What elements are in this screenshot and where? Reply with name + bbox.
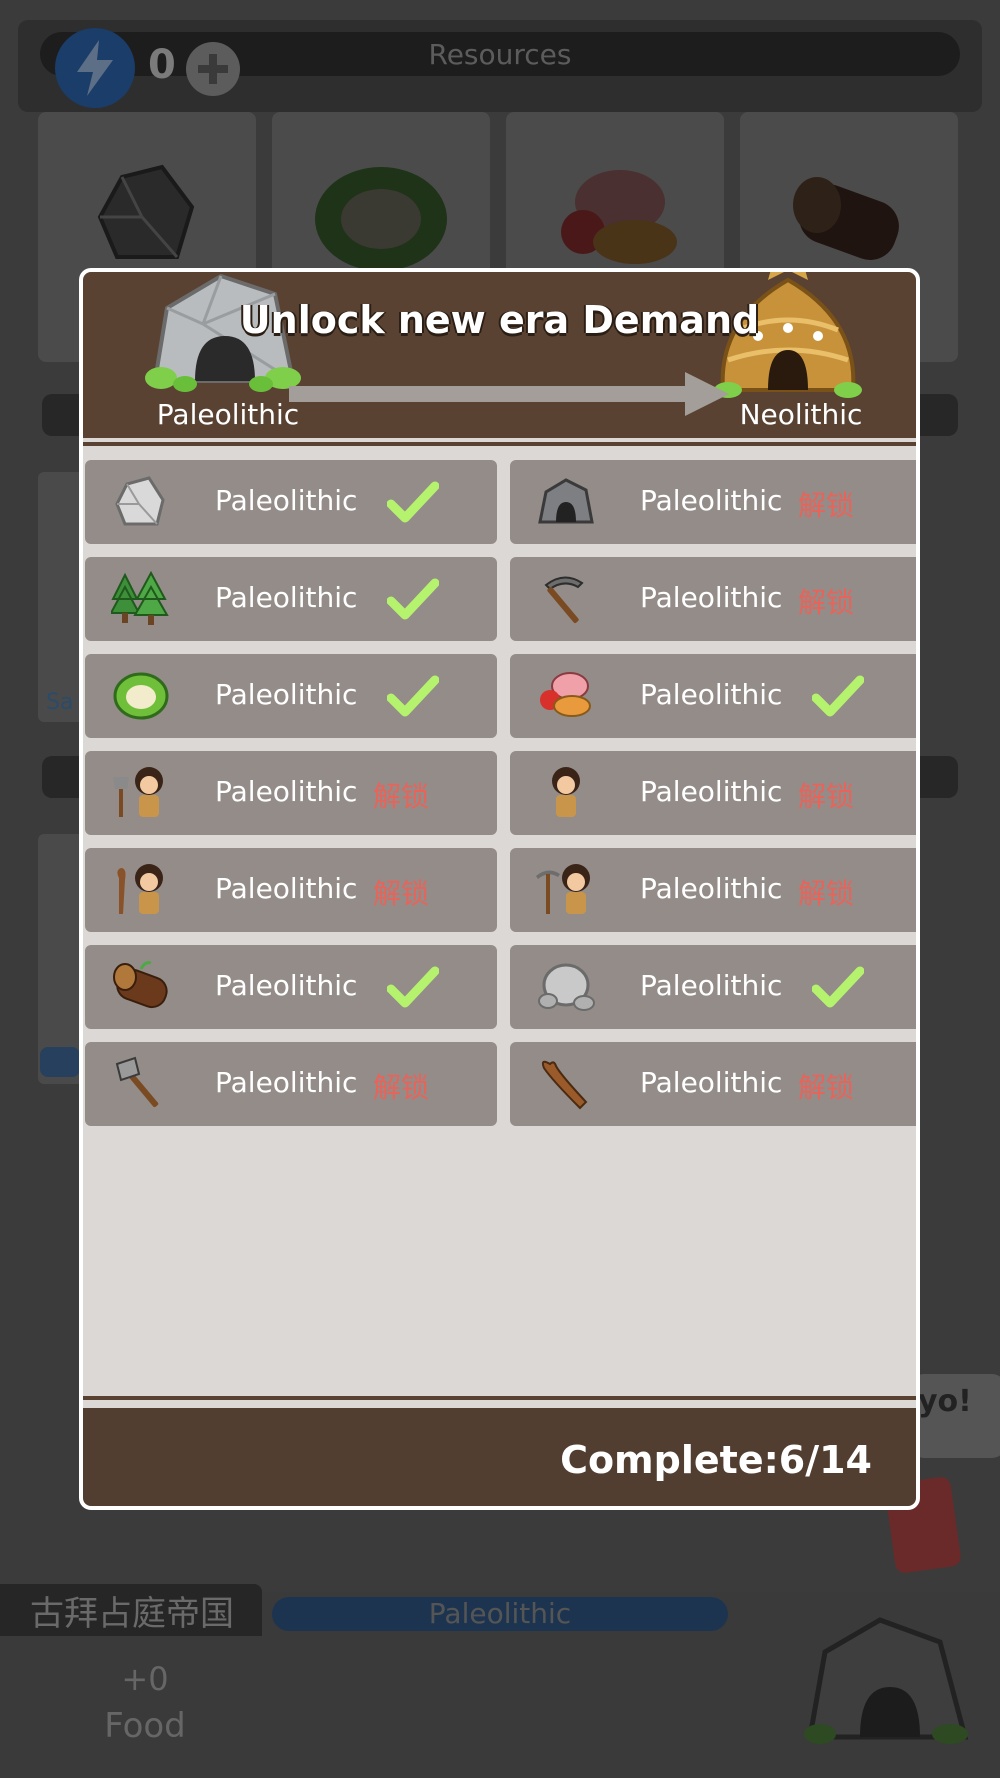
unlock-status-text: 解锁 (798, 1071, 855, 1104)
requirement-label: Paleolithic (640, 775, 783, 808)
food-label: Food (104, 1706, 186, 1746)
food-value: +0 (121, 1660, 169, 1698)
era-progress-label: Paleolithic (428, 1597, 572, 1630)
requirement-label: Paleolithic (640, 678, 783, 711)
requirement-item[interactable]: Paleolithic 解锁 (510, 848, 916, 932)
unlock-status-text: 解锁 (373, 780, 430, 813)
era-arrow-icon (289, 372, 729, 416)
unlock-status-text: 解锁 (798, 780, 855, 813)
unlock-status-text: 解锁 (798, 877, 855, 910)
requirement-item[interactable]: Paleolithic 解锁 (510, 557, 916, 641)
requirement-item[interactable]: Paleolithic 解锁 (510, 460, 916, 544)
pickaxe-icon (536, 569, 596, 629)
add-energy-button[interactable] (186, 42, 240, 96)
requirement-item[interactable]: Paleolithic (85, 945, 497, 1029)
rock-pile-icon (536, 957, 596, 1017)
requirement-label: Paleolithic (215, 1066, 358, 1099)
stone-icon (97, 164, 195, 259)
unlock-status-text: 解锁 (798, 586, 855, 619)
to-era-label: Neolithic (739, 398, 863, 431)
requirement-item[interactable]: Paleolithic (510, 945, 916, 1029)
check-icon (811, 965, 865, 1013)
unlock-era-modal: Unlock new era Demand Paleolithic Neolit… (79, 268, 920, 1510)
cave-icon (536, 472, 596, 532)
requirement-label: Paleolithic (640, 484, 783, 517)
stone-axe-icon (111, 1054, 171, 1114)
check-icon (386, 965, 440, 1013)
check-icon (386, 674, 440, 722)
empire-name: 古拜占庭帝国 (30, 1594, 234, 1634)
speech-text: yo! (918, 1384, 972, 1419)
food-icon (536, 666, 596, 726)
requirement-item[interactable]: Paleolithic (510, 654, 916, 738)
completion-count: Complete:6/14 (560, 1438, 872, 1482)
cave-building-icon[interactable] (800, 1612, 970, 1752)
food-icon (561, 170, 677, 264)
requirement-item[interactable]: Paleolithic (85, 654, 497, 738)
stone-icon (111, 472, 171, 532)
requirement-label: Paleolithic (215, 678, 358, 711)
check-icon (386, 480, 440, 528)
check-icon (811, 674, 865, 722)
modal-title: Unlock new era Demand (239, 298, 760, 342)
modal-footer: Complete:6/14 (83, 1408, 916, 1506)
caveman-club-icon (111, 860, 171, 920)
wood-icon (793, 177, 899, 260)
requirement-item[interactable]: Paleolithic 解锁 (85, 1042, 497, 1126)
requirement-item[interactable]: Paleolithic (85, 460, 497, 544)
requirement-item[interactable]: Paleolithic 解锁 (85, 848, 497, 932)
caveman-axe-icon (111, 763, 171, 823)
energy-bolt-icon (55, 28, 135, 108)
unlock-status-text: 解锁 (373, 1071, 430, 1104)
requirement-item[interactable]: Paleolithic (85, 557, 497, 641)
requirement-label: Paleolithic (215, 969, 358, 1002)
requirement-item[interactable]: Paleolithic 解锁 (85, 751, 497, 835)
requirement-item[interactable]: Paleolithic 解锁 (510, 751, 916, 835)
side-chip (40, 1047, 80, 1077)
requirement-label: Paleolithic (640, 969, 783, 1002)
unlock-status-text: 解锁 (798, 489, 855, 522)
wood-log-icon (111, 957, 171, 1017)
club-icon (536, 1054, 596, 1114)
requirement-label: Paleolithic (640, 872, 783, 905)
forest-icon (109, 569, 171, 629)
requirement-label: Paleolithic (640, 581, 783, 614)
side-text: Sa (46, 690, 74, 715)
modal-header: Unlock new era Demand Paleolithic Neolit… (83, 272, 916, 438)
fiber-icon (111, 666, 171, 726)
requirement-label: Paleolithic (215, 581, 358, 614)
unlock-status-text: 解锁 (373, 877, 430, 910)
caveman-icon (536, 763, 596, 823)
requirement-item[interactable]: Paleolithic 解锁 (510, 1042, 916, 1126)
requirement-label: Paleolithic (215, 872, 358, 905)
caveman-pickaxe-icon (536, 860, 596, 920)
check-icon (386, 577, 440, 625)
requirement-label: Paleolithic (215, 484, 358, 517)
energy-count: 0 (148, 42, 176, 88)
footer-divider (83, 1396, 916, 1404)
requirement-label: Paleolithic (640, 1066, 783, 1099)
fiber-icon (315, 167, 447, 271)
from-era-label: Paleolithic (156, 398, 300, 431)
header-divider (83, 438, 916, 446)
requirement-label: Paleolithic (215, 775, 358, 808)
